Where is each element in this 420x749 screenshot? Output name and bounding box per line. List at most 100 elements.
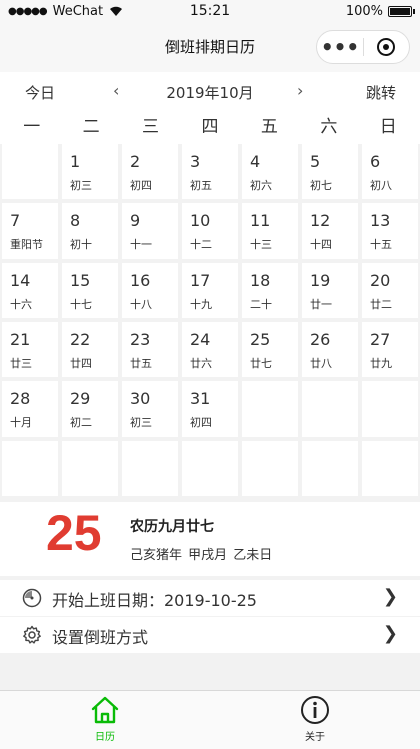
lunar-day: 廿九 [370, 356, 392, 370]
day-number: 20 [370, 270, 391, 290]
day-number: 11 [250, 211, 271, 231]
calendar-empty-cell [62, 440, 118, 496]
calendar-day-cell[interactable]: 30 初三 [122, 381, 178, 437]
lunar-day: 二十 [250, 297, 272, 311]
lunar-day: 廿六 [190, 356, 212, 370]
calendar-day-cell[interactable]: 22 廿四 [62, 321, 118, 378]
tab-calendar[interactable]: 日历 [0, 691, 210, 749]
tab-about[interactable]: 关于 [210, 691, 420, 749]
day-number: 8 [70, 211, 81, 231]
calendar-day-cell[interactable]: 24 廿六 [182, 321, 238, 378]
calendar-day-cell[interactable]: 31 初四 [182, 381, 238, 437]
calendar-empty-cell [242, 440, 298, 496]
calendar-day-cell[interactable]: 25 廿七 [242, 321, 298, 378]
shift-setting-label: 设置倒班方式 [52, 628, 149, 647]
calendar-day-cell[interactable]: 20 廿二 [362, 262, 418, 318]
day-number: 25 [250, 329, 271, 349]
calendar-day-cell[interactable]: 11 十三 [242, 203, 298, 259]
calendar-day-cell[interactable]: 2 初四 [122, 144, 178, 200]
calendar-day-cell[interactable]: 1 初三 [62, 144, 118, 200]
day-number: 31 [190, 389, 211, 409]
day-number: 5 [310, 152, 321, 171]
day-number: 14 [10, 270, 31, 290]
nav-bar: 倒班排期日历 ••• [0, 22, 420, 72]
calendar-day-cell[interactable]: 3 初五 [182, 144, 238, 200]
more-icon[interactable]: ••• [317, 37, 363, 57]
selected-day-panel: 25 农历九月廿七 己亥猪年 甲戌月 乙未日 [0, 502, 420, 576]
tab-about-label: 关于 [305, 732, 325, 743]
close-button[interactable] [364, 38, 409, 56]
weekday-fri: 五 [260, 117, 278, 137]
calendar-day-cell[interactable]: 4 初六 [242, 144, 298, 200]
lunar-day: 初六 [250, 179, 272, 192]
next-month-button[interactable]: › [297, 81, 303, 100]
lunar-day: 初四 [130, 179, 152, 192]
lunar-day: 廿五 [130, 356, 152, 370]
lunar-day: 初三 [70, 179, 92, 192]
lunar-day: 廿一 [310, 297, 332, 311]
calendar-empty-cell [2, 144, 58, 200]
calendar-day-cell[interactable]: 29 初二 [62, 381, 118, 437]
lunar-day: 十七 [70, 297, 92, 311]
day-number: 26 [310, 329, 331, 349]
lunar-day: 十一 [130, 238, 152, 252]
lunar-day: 重阳节 [10, 238, 43, 252]
home-icon [91, 696, 119, 724]
status-bar: ●●●●● WeChat 15:21 100% [0, 0, 420, 22]
calendar-day-cell[interactable]: 28 十月 [2, 381, 58, 437]
calendar-empty-cell [362, 381, 418, 437]
gear-icon [23, 625, 41, 644]
shift-setting-row[interactable]: 设置倒班方式 ❯ [0, 617, 420, 653]
day-number: 17 [190, 270, 211, 290]
tab-bar: 日历 关于 [0, 690, 420, 749]
info-icon [301, 696, 329, 724]
day-number: 12 [310, 211, 331, 231]
lunar-day: 十四 [310, 238, 332, 252]
calendar-day-cell[interactable]: 9 十一 [122, 203, 178, 259]
weekday-tue: 二 [82, 117, 100, 137]
day-number: 4 [250, 152, 261, 171]
calendar-day-cell[interactable]: 27 廿九 [362, 321, 418, 378]
calendar-day-cell[interactable]: 13 十五 [362, 203, 418, 259]
calendar-day-cell[interactable]: 16 十八 [122, 262, 178, 318]
day-number: 21 [10, 329, 31, 349]
clock-icon [22, 588, 42, 608]
calendar-day-cell[interactable]: 17 十九 [182, 262, 238, 318]
calendar-day-cell[interactable]: 14 十六 [2, 262, 58, 318]
lunar-day: 十六 [10, 297, 32, 311]
status-right: 100% [346, 4, 415, 19]
calendar-empty-cell [2, 440, 58, 496]
calendar-day-cell[interactable]: 6 初八 [362, 144, 418, 200]
day-number: 18 [250, 270, 271, 290]
jump-button[interactable]: 跳转 [366, 82, 396, 103]
calendar-day-cell[interactable]: 12 十四 [302, 203, 358, 259]
weekday-row: 一 二 三 四 五 六 日 [0, 112, 420, 144]
calendar-day-cell[interactable]: 18 二十 [242, 262, 298, 318]
day-number: 7 [10, 211, 21, 231]
day-number: 15 [70, 270, 91, 290]
calendar-day-cell[interactable]: 26 廿八 [302, 321, 358, 378]
lunar-day: 初十 [70, 238, 92, 252]
lunar-day: 廿八 [310, 356, 332, 370]
lunar-day: 初三 [130, 416, 152, 430]
calendar-empty-cell [302, 440, 358, 496]
day-number: 10 [190, 211, 211, 231]
month-title: 2019年10月 [166, 84, 254, 102]
calendar-day-cell[interactable]: 7 重阳节 [2, 203, 58, 259]
calendar-day-cell[interactable]: 10 十二 [182, 203, 238, 259]
start-date-label: 开始上班日期：2019-10-25 [52, 591, 257, 610]
day-number: 1 [70, 152, 81, 171]
weekday-thu: 四 [201, 117, 219, 137]
miniprogram-capsule: ••• [316, 30, 410, 64]
day-number: 30 [130, 389, 151, 409]
calendar-day-cell[interactable]: 21 廿三 [2, 321, 58, 378]
calendar-day-cell[interactable]: 19 廿一 [302, 262, 358, 318]
calendar-header: 今日 ‹ 2019年10月 › 跳转 [0, 72, 420, 112]
calendar-day-cell[interactable]: 15 十七 [62, 262, 118, 318]
calendar-day-cell[interactable]: 8 初十 [62, 203, 118, 259]
calendar-day-cell[interactable]: 5 初七 [302, 144, 358, 200]
day-number: 19 [310, 270, 331, 290]
weekday-wed: 三 [142, 117, 160, 137]
calendar-day-cell[interactable]: 23 廿五 [122, 321, 178, 378]
start-date-row[interactable]: 开始上班日期：2019-10-25 ❯ [0, 580, 420, 616]
